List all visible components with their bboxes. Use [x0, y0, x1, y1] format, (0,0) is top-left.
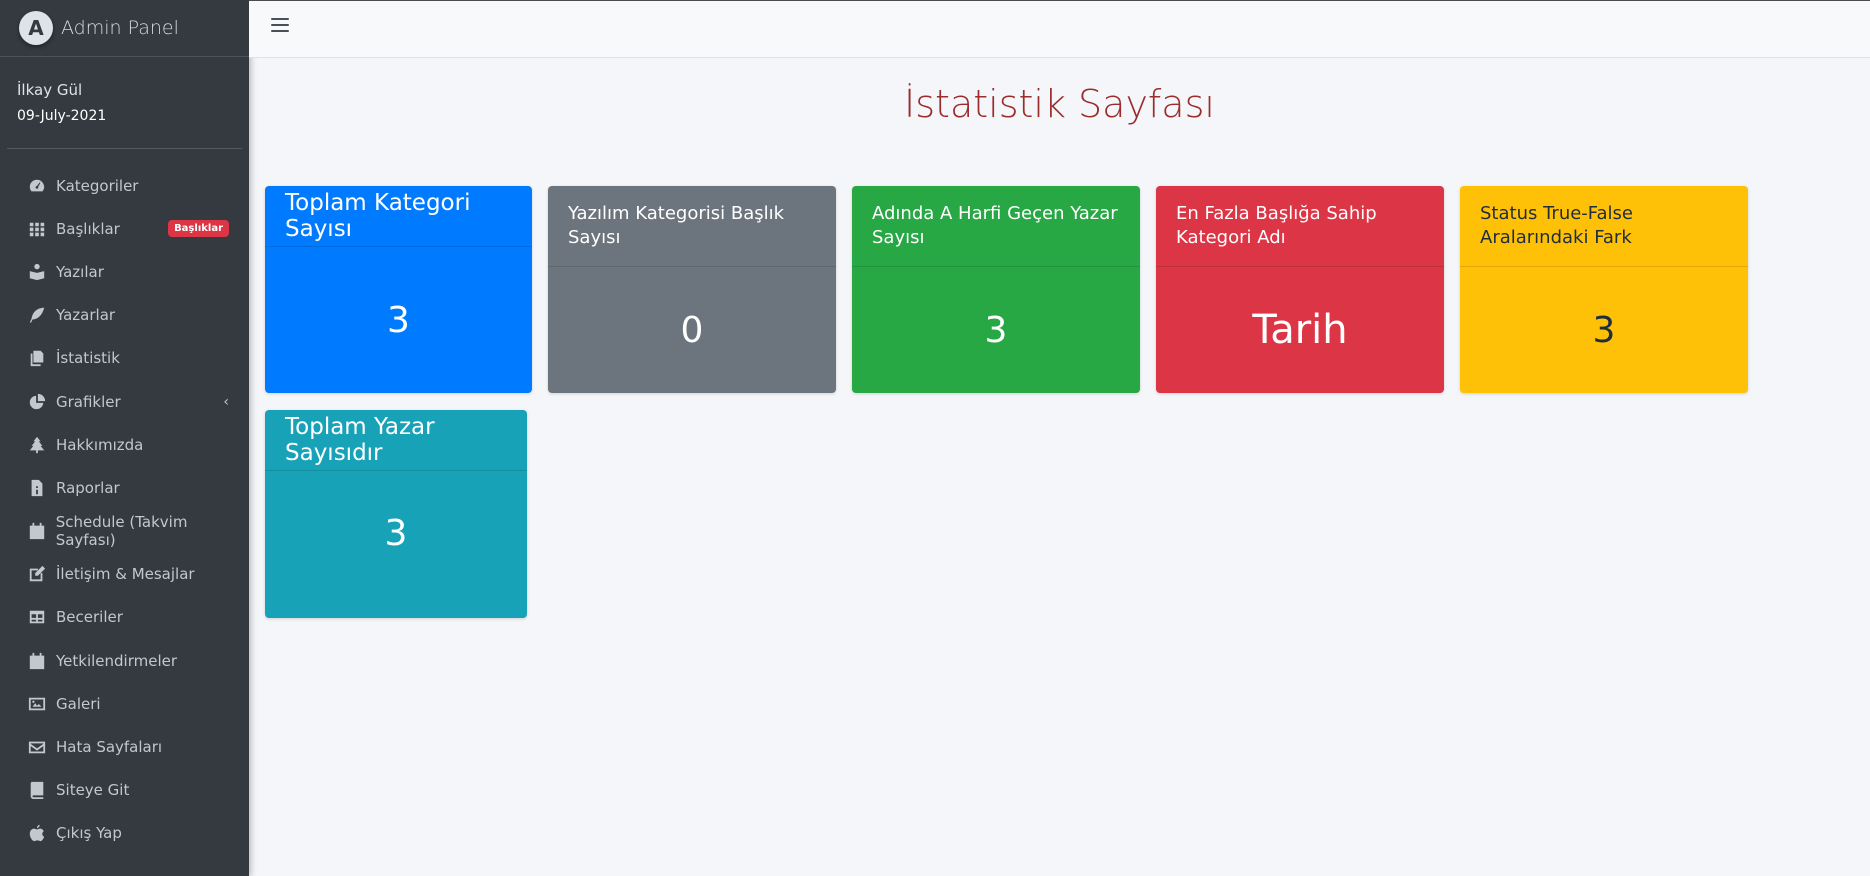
card-title: Status True-False Aralarındaki Fark — [1460, 186, 1748, 267]
brand-link[interactable]: A Admin Panel — [0, 0, 249, 57]
card-title: Yazılım Kategorisi Başlık Sayısı — [548, 186, 836, 267]
tree-icon — [27, 435, 47, 455]
reader-icon — [27, 262, 47, 282]
sidebar-item-label: İstatistik — [56, 349, 120, 368]
sidebar-item-raporlar[interactable]: Raporlar — [0, 466, 249, 509]
sidebar-item-label: Yetkilendirmeler — [56, 651, 178, 670]
pie-chart-icon — [27, 392, 47, 412]
sidebar-item-yetkilendirmeler[interactable]: Yetkilendirmeler — [0, 639, 249, 682]
sidebar-item-yazilar[interactable]: Yazılar — [0, 250, 249, 293]
page-title: İstatistik Sayfası — [904, 82, 1215, 126]
card-title: Adında A Harfi Geçen Yazar Sayısı — [852, 186, 1140, 267]
sidebar-nav: Kategoriler Başlıklar Başlıklar Yazılar … — [0, 164, 249, 855]
basliklar-badge: Başlıklar — [168, 220, 229, 238]
file-icon — [27, 478, 47, 498]
grid-icon — [27, 219, 47, 239]
sidebar-item-galeri[interactable]: Galeri — [0, 682, 249, 725]
card-title: Toplam Kategori Sayısı — [265, 186, 532, 247]
sidebar-item-cikis[interactable]: Çıkış Yap — [0, 812, 249, 855]
calendar-icon — [27, 521, 47, 541]
envelope-icon — [27, 737, 47, 757]
chevron-left-icon[interactable]: ‹ — [223, 394, 229, 410]
image-icon — [27, 694, 47, 714]
sidebar-item-label: Başlıklar — [56, 219, 120, 238]
sidebar-item-istatistik[interactable]: İstatistik — [0, 337, 249, 380]
sidebar-item-iletisim[interactable]: İletişim & Mesajlar — [0, 553, 249, 596]
card-value: 3 — [984, 309, 1008, 351]
sidebar-item-label: Çıkış Yap — [56, 824, 122, 843]
sidebar-item-kategoriler[interactable]: Kategoriler — [0, 164, 249, 207]
user-date: 09-July-2021 — [17, 108, 107, 124]
sidebar-item-label: Yazarlar — [56, 306, 116, 325]
sidebar-item-label: Beceriler — [56, 608, 123, 627]
table-icon — [27, 607, 47, 627]
user-name[interactable]: İlkay Gül — [17, 81, 232, 99]
sidebar-item-label: Siteye Git — [56, 781, 130, 800]
sidebar-item-label: İletişim & Mesajlar — [56, 565, 195, 584]
card-value: 3 — [1592, 309, 1616, 351]
book-icon — [27, 780, 47, 800]
sidebar-item-hata-sayfalari[interactable]: Hata Sayfaları — [0, 725, 249, 768]
sidebar-item-basliklar[interactable]: Başlıklar Başlıklar — [0, 207, 249, 250]
divider — [7, 148, 242, 149]
sidebar-item-label: Hata Sayfaları — [56, 738, 163, 757]
sidebar-item-label: Raporlar — [56, 478, 120, 497]
sidebar-item-label: Grafikler — [56, 392, 121, 411]
calendar-icon — [27, 651, 47, 671]
card-value: Tarih — [1252, 307, 1348, 353]
stat-card-yazilim-baslik: Yazılım Kategorisi Başlık Sayısı 0 — [548, 186, 836, 393]
stat-card-toplam-yazar: Toplam Yazar Sayısıdır 3 — [265, 410, 527, 618]
apple-icon — [27, 823, 47, 843]
sidebar-item-label: Galeri — [56, 694, 101, 713]
sidebar-item-grafikler[interactable]: Grafikler ‹ — [0, 380, 249, 423]
sidebar-item-label: Kategoriler — [56, 176, 139, 195]
sidebar-item-hakkimizda[interactable]: Hakkımızda — [0, 423, 249, 466]
hamburger-menu-icon[interactable] — [271, 18, 289, 36]
edit-icon — [27, 564, 47, 584]
sidebar-item-schedule[interactable]: Schedule (Takvim Sayfası) — [0, 510, 249, 553]
sidebar-item-label: Hakkımızda — [56, 435, 144, 454]
stat-card-en-fazla-baslik: En Fazla Başlığa Sahip Kategori Adı Tari… — [1156, 186, 1444, 393]
stat-card-a-harfi-yazar: Adında A Harfi Geçen Yazar Sayısı 3 — [852, 186, 1140, 393]
sidebar-item-label: Yazılar — [56, 262, 104, 281]
brand-logo: A — [19, 11, 53, 45]
sidebar-item-siteye-git[interactable]: Siteye Git — [0, 769, 249, 812]
sidebar-item-yazarlar[interactable]: Yazarlar — [0, 294, 249, 337]
sidebar-item-label: Schedule (Takvim Sayfası) — [55, 513, 188, 550]
top-navbar — [249, 0, 1870, 58]
card-title: En Fazla Başlığa Sahip Kategori Adı — [1156, 186, 1444, 267]
stat-card-status-fark: Status True-False Aralarındaki Fark 3 — [1460, 186, 1748, 393]
card-title: Toplam Yazar Sayısıdır — [265, 410, 527, 471]
brand-title: Admin Panel — [61, 17, 179, 39]
sidebar-item-beceriler[interactable]: Beceriler — [0, 596, 249, 639]
card-value: 3 — [384, 513, 408, 554]
card-value: 0 — [680, 309, 704, 351]
card-value: 3 — [387, 299, 410, 341]
stat-card-toplam-kategori: Toplam Kategori Sayısı 3 — [265, 186, 532, 393]
dashboard-icon — [27, 176, 47, 196]
feather-icon — [27, 305, 47, 325]
sidebar: A Admin Panel İlkay Gül 09-July-2021 Kat… — [0, 0, 249, 876]
copy-icon — [27, 348, 47, 368]
